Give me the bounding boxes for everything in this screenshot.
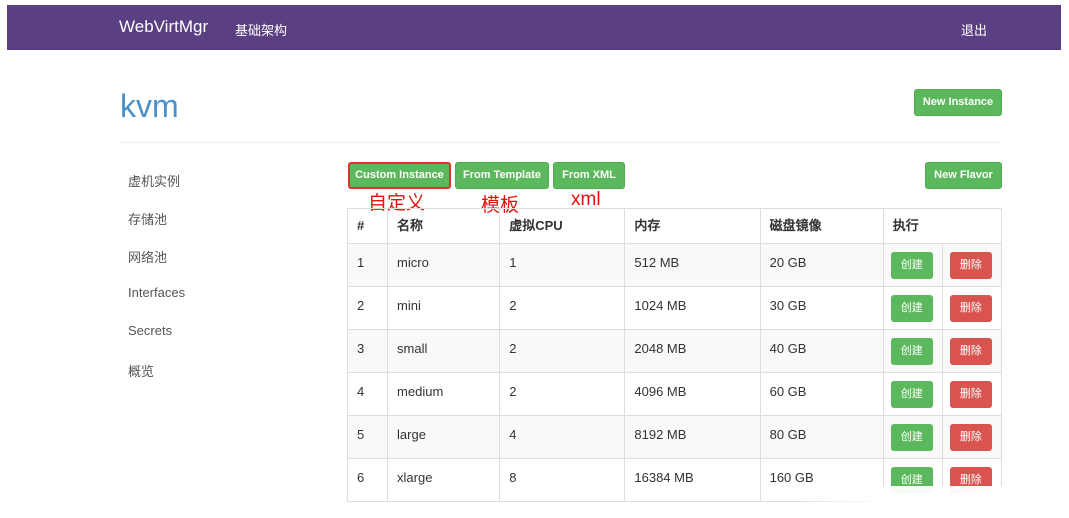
from-template-button[interactable]: From Template (455, 162, 549, 189)
cell-vcpu: 8 (499, 458, 626, 502)
col-header-number: # (346, 208, 389, 244)
cell-disk: 80 GB (759, 415, 884, 459)
delete-button[interactable]: 删除 (949, 252, 992, 279)
cell-memory: 2048 MB (624, 329, 761, 373)
sidebar-item-overview[interactable]: 概览 (128, 361, 154, 380)
delete-button[interactable]: 删除 (949, 381, 992, 408)
top-navbar: WebVirtMgr 基础架构 退出 (7, 5, 1061, 50)
cell-name: small (387, 329, 501, 373)
cell-create: 创建 (882, 329, 943, 373)
bottom-fade-overlay (805, 486, 1069, 518)
from-xml-button[interactable]: From XML (553, 162, 625, 189)
cell-memory: 8192 MB (624, 415, 761, 459)
cell-disk: 40 GB (759, 329, 884, 373)
nav-infrastructure[interactable]: 基础架构 (235, 20, 287, 39)
cell-disk: 30 GB (759, 286, 884, 330)
table-row: 2 mini 2 1024 MB 30 GB 创建 删除 (346, 286, 1003, 330)
sidebar-item-instances[interactable]: 虚机实例 (128, 171, 180, 190)
sidebar-item-secrets[interactable]: Secrets (128, 323, 172, 338)
cell-memory: 4096 MB (624, 372, 761, 416)
page-title: kvm (120, 88, 179, 124)
cell-vcpu: 2 (499, 329, 626, 373)
cell-delete: 删除 (941, 372, 1003, 416)
create-button[interactable]: 创建 (890, 252, 933, 279)
cell-number: 1 (346, 243, 389, 287)
cell-delete: 删除 (941, 243, 1003, 287)
create-button[interactable]: 创建 (890, 295, 933, 322)
cell-disk: 20 GB (759, 243, 884, 287)
cell-number: 6 (346, 458, 389, 502)
sidebar-item-interfaces[interactable]: Interfaces (128, 285, 185, 300)
cell-create: 创建 (882, 243, 943, 287)
delete-button[interactable]: 删除 (949, 338, 992, 365)
cell-memory: 1024 MB (624, 286, 761, 330)
cell-name: medium (387, 372, 501, 416)
cell-number: 2 (346, 286, 389, 330)
delete-button[interactable]: 删除 (949, 295, 992, 322)
create-button[interactable]: 创建 (890, 338, 933, 365)
cell-vcpu: 1 (499, 243, 626, 287)
cell-delete: 删除 (941, 329, 1003, 373)
cell-create: 创建 (882, 286, 943, 330)
cell-name: micro (387, 243, 501, 287)
custom-instance-button[interactable]: Custom Instance (348, 162, 451, 189)
cell-name: mini (387, 286, 501, 330)
cell-vcpu: 4 (499, 415, 626, 459)
table-row: 4 medium 2 4096 MB 60 GB 创建 删除 (346, 372, 1003, 416)
cell-create: 创建 (882, 415, 943, 459)
cell-name: large (387, 415, 501, 459)
cell-delete: 删除 (941, 286, 1003, 330)
cell-disk: 60 GB (759, 372, 884, 416)
brand-link[interactable]: WebVirtMgr (119, 17, 208, 37)
new-instance-button[interactable]: New Instance (914, 89, 1002, 116)
delete-button[interactable]: 删除 (949, 424, 992, 451)
cell-memory: 16384 MB (624, 458, 761, 502)
table-row: 5 large 4 8192 MB 80 GB 创建 删除 (346, 415, 1003, 459)
flavors-table: # 名称 虚拟CPU 内存 磁盘镜像 执行 1 micro 1 512 MB 20 GB… (346, 208, 1003, 502)
sidebar-item-networks[interactable]: 网络池 (128, 247, 167, 266)
cell-memory: 512 MB (624, 243, 761, 287)
create-button[interactable]: 创建 (890, 381, 933, 408)
table-header-row: # 名称 虚拟CPU 内存 磁盘镜像 执行 (346, 208, 1003, 244)
col-header-name: 名称 (387, 208, 501, 244)
sidebar-item-storage[interactable]: 存储池 (128, 209, 167, 228)
cell-vcpu: 2 (499, 286, 626, 330)
col-header-vcpu: 虚拟CPU (499, 208, 626, 244)
cell-delete: 删除 (941, 415, 1003, 459)
cell-create: 创建 (882, 372, 943, 416)
table-row: 1 micro 1 512 MB 20 GB 创建 删除 (346, 243, 1003, 287)
col-header-disk: 磁盘镜像 (759, 208, 884, 244)
table-row: 3 small 2 2048 MB 40 GB 创建 删除 (346, 329, 1003, 373)
cell-number: 4 (346, 372, 389, 416)
cell-number: 3 (346, 329, 389, 373)
title-divider (120, 142, 1002, 143)
cell-name: xlarge (387, 458, 501, 502)
cell-vcpu: 2 (499, 372, 626, 416)
cell-number: 5 (346, 415, 389, 459)
col-header-memory: 内存 (624, 208, 761, 244)
col-header-action: 执行 (882, 208, 1003, 244)
logout-link[interactable]: 退出 (961, 20, 987, 39)
new-flavor-button[interactable]: New Flavor (925, 162, 1002, 189)
create-button[interactable]: 创建 (890, 424, 933, 451)
